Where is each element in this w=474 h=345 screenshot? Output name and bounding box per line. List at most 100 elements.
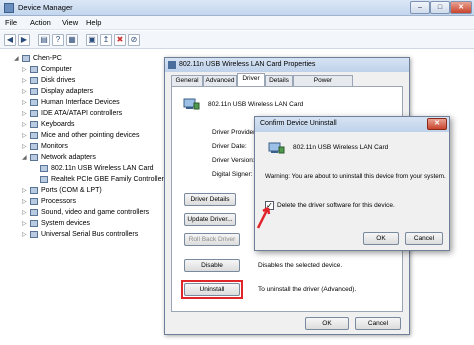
update-driver-icon[interactable]: ↥ [100, 34, 112, 46]
disable-icon[interactable]: ⊘ [128, 34, 140, 46]
confirm-cancel-button[interactable]: Cancel [405, 232, 443, 245]
collapse-icon[interactable]: ◢ [14, 54, 22, 65]
roll-back-driver-button[interactable]: Roll Back Driver [184, 233, 240, 246]
disable-description: Disables the selected device. [258, 262, 343, 269]
device-manager-icon [4, 3, 14, 13]
tree-category[interactable]: ▷ IDE ATA/ATAPI controllers [22, 108, 122, 119]
device-category-icon [30, 219, 38, 227]
maximize-button[interactable]: □ [430, 1, 450, 14]
confirm-uninstall-dialog: Confirm Device Uninstall ✕ 802.11n USB W… [254, 116, 450, 251]
ok-button[interactable]: OK [305, 317, 349, 330]
expand-icon[interactable]: ▷ [22, 230, 30, 241]
tree-item-label: System devices [41, 220, 91, 227]
network-adapter-icon [40, 175, 48, 183]
network-adapter-icon [268, 142, 285, 154]
tree-item-label: Human Interface Devices [41, 99, 120, 106]
tree-category[interactable]: ▷ Computer [22, 64, 72, 75]
properties-titlebar: 802.11n USB Wireless LAN Card Properties [165, 58, 409, 72]
confirm-warning: Warning: You are about to uninstall this… [265, 173, 446, 180]
tab-power-management[interactable]: Power Management [293, 75, 353, 94]
window-titlebar: Device Manager – □ ✕ [0, 0, 474, 16]
properties-icon[interactable]: ▤ [38, 34, 50, 46]
network-adapter-icon [183, 98, 200, 110]
driver-version-label: Driver Version: [212, 157, 255, 164]
tree-category[interactable]: ▷ Keyboards [22, 119, 74, 130]
tree-category[interactable]: ▷ Processors [22, 196, 76, 207]
tree-category[interactable]: ◢ Network adapters [22, 152, 96, 163]
tree-category[interactable]: ▷ System devices [22, 218, 90, 229]
confirm-close-button[interactable]: ✕ [427, 118, 447, 130]
tree-item-label: Keyboards [41, 121, 75, 128]
uninstall-button[interactable]: Uninstall [184, 283, 240, 296]
disable-button[interactable]: Disable [184, 259, 240, 272]
device-category-icon [30, 186, 38, 194]
tree-category[interactable]: ▷ Universal Serial Bus controllers [22, 229, 138, 240]
menu-help[interactable]: Help [86, 18, 101, 27]
device-category-icon [30, 153, 38, 161]
confirm-device-name: 802.11n USB Wireless LAN Card [293, 144, 389, 151]
close-button[interactable]: ✕ [450, 1, 472, 14]
digital-signer-label: Digital Signer: [212, 171, 253, 178]
tree-category[interactable]: ▷ Disk drives [22, 75, 75, 86]
device-category-icon [30, 197, 38, 205]
confirm-title: Confirm Device Uninstall [260, 120, 337, 127]
tree-item-label: 802.11n USB Wireless LAN Card [51, 165, 154, 172]
tree-category[interactable]: ▷ Monitors [22, 141, 68, 152]
driver-details-button[interactable]: Driver Details [184, 193, 236, 206]
collapse-icon[interactable]: ◢ [22, 153, 30, 164]
device-name: 802.11n USB Wireless LAN Card [208, 101, 304, 108]
device-category-icon [30, 65, 38, 73]
highlight-arrow [256, 206, 271, 229]
tab-details[interactable]: Details [265, 75, 293, 86]
device-category-icon [30, 230, 38, 238]
device-category-icon [30, 98, 38, 106]
refresh-icon[interactable]: ▦ [66, 34, 78, 46]
uninstall-icon[interactable]: ✖ [114, 34, 126, 46]
tree-child-item[interactable]: Realtek PCIe GBE Family Controller [40, 174, 164, 185]
cancel-button[interactable]: Cancel [355, 317, 401, 330]
computer-icon [22, 54, 30, 62]
window-title: Device Manager [18, 3, 73, 12]
tree-item-label: Realtek PCIe GBE Family Controller [51, 176, 164, 183]
tab-general[interactable]: General [171, 75, 203, 86]
toolbar: ◀ ▶ ▤ ? ▦ ▣ ↥ ✖ ⊘ [0, 31, 474, 49]
menu-view[interactable]: View [62, 18, 78, 27]
back-icon[interactable]: ◀ [4, 34, 16, 46]
driver-date-label: Driver Date: [212, 143, 247, 150]
delete-driver-label: Delete the driver software for this devi… [277, 202, 395, 209]
help-icon[interactable]: ? [52, 34, 64, 46]
tab-advanced[interactable]: Advanced [203, 75, 237, 86]
device-category-icon [30, 131, 38, 139]
confirm-titlebar: Confirm Device Uninstall [255, 117, 449, 132]
tree-category[interactable]: ▷ Ports (COM & LPT) [22, 185, 102, 196]
tree-category[interactable]: ▷ Mice and other pointing devices [22, 130, 139, 141]
tree-category[interactable]: ▷ Display adapters [22, 86, 93, 97]
tree-category[interactable]: ▷ Sound, video and game controllers [22, 207, 149, 218]
scan-icon[interactable]: ▣ [86, 34, 98, 46]
tree-item-label: Mice and other pointing devices [41, 132, 140, 139]
tree-child-item[interactable]: 802.11n USB Wireless LAN Card [40, 163, 154, 174]
update-driver-button[interactable]: Update Driver... [184, 213, 236, 226]
device-category-icon [30, 109, 38, 117]
uninstall-description: To uninstall the driver (Advanced). [258, 286, 357, 293]
tree-category[interactable]: ▷ Human Interface Devices [22, 97, 120, 108]
tree-item-label: Disk drives [41, 77, 76, 84]
device-category-icon [30, 142, 38, 150]
tree-item-label: Universal Serial Bus controllers [41, 231, 139, 238]
tree-item-label: Sound, video and game controllers [41, 209, 150, 216]
forward-icon[interactable]: ▶ [18, 34, 30, 46]
device-category-icon [30, 120, 38, 128]
menu-action[interactable]: Action [30, 18, 51, 27]
confirm-ok-button[interactable]: OK [363, 232, 399, 245]
tree-item-label: Processors [41, 198, 77, 205]
tab-driver[interactable]: Driver [237, 73, 265, 87]
tree-item-label: Ports (COM & LPT) [41, 187, 102, 194]
properties-title: 802.11n USB Wireless LAN Card Properties [179, 61, 316, 68]
tree-item-label: Computer [41, 66, 72, 73]
menu-file[interactable]: File [5, 18, 17, 27]
tree-root[interactable]: ◢ Chen-PC [14, 53, 62, 64]
minimize-button[interactable]: – [410, 1, 430, 14]
driver-provider-label: Driver Provider: [212, 129, 258, 136]
tree-item-label: Display adapters [41, 88, 94, 95]
tree-item-label: Monitors [41, 143, 68, 150]
